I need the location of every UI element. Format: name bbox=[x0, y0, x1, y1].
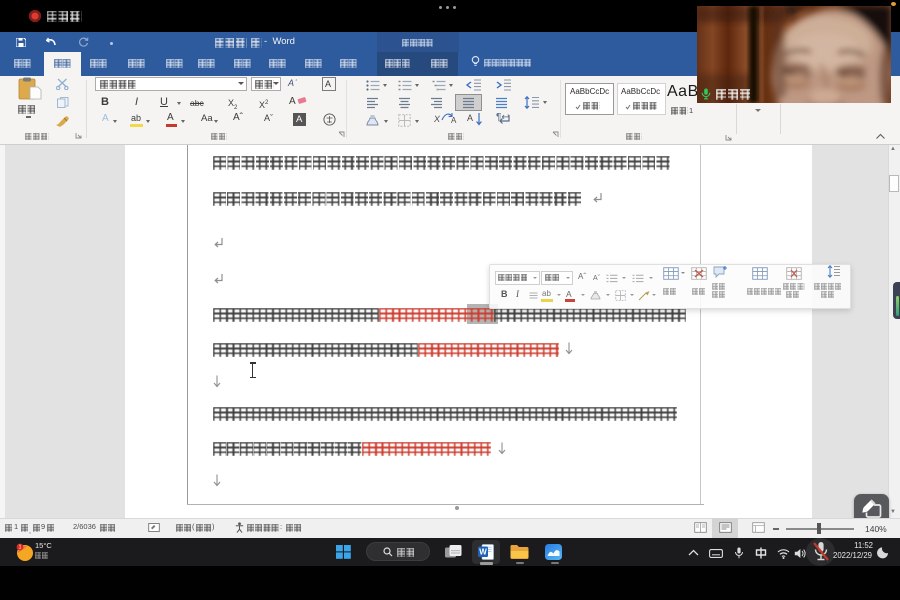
svg-text:W: W bbox=[479, 548, 487, 557]
svg-text:1: 1 bbox=[19, 545, 22, 551]
